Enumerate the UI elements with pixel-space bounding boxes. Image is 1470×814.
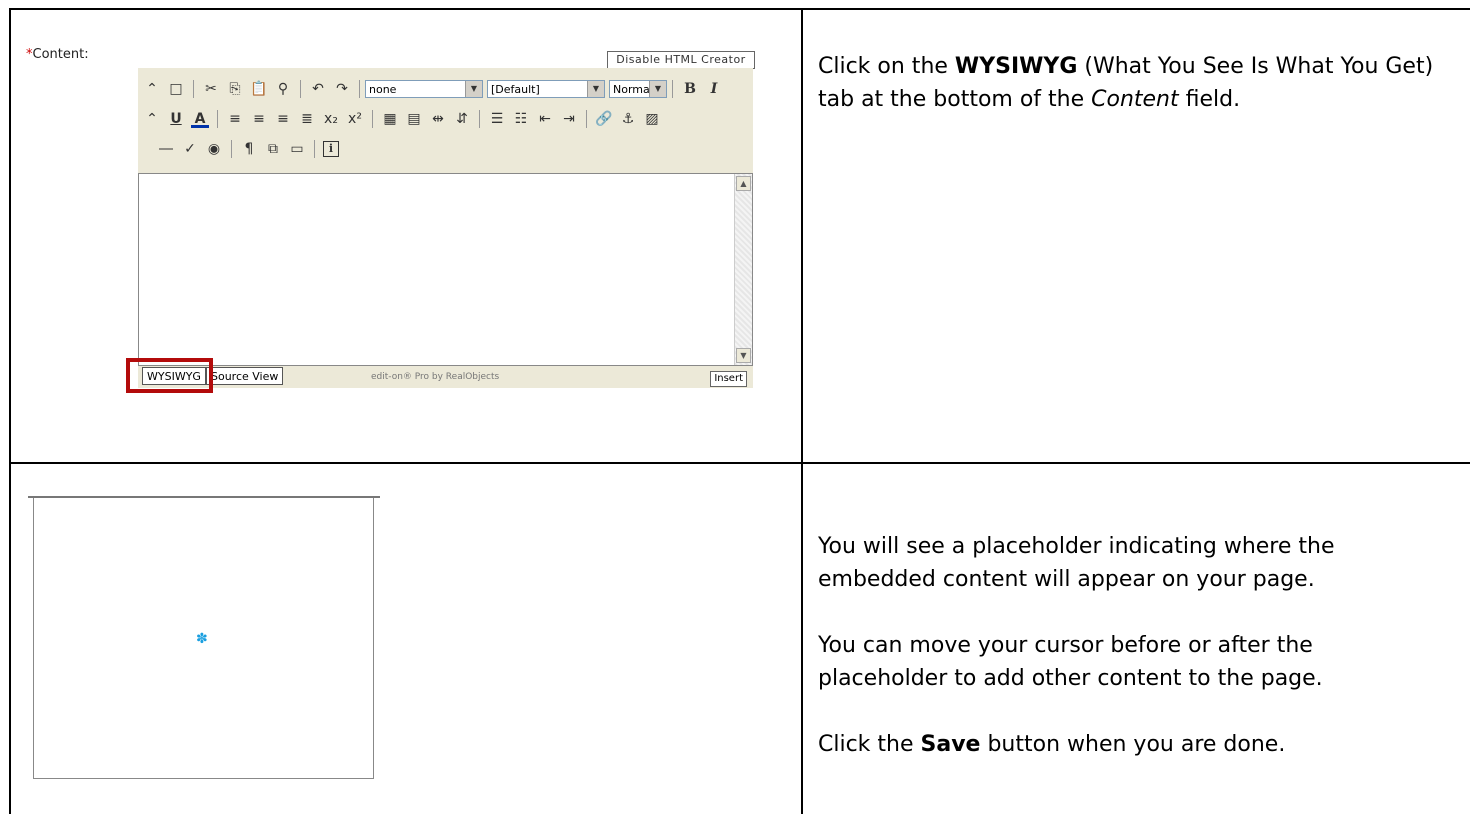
vertical-scrollbar[interactable]: ▲ ▼ (734, 174, 752, 365)
redo-icon[interactable]: ↷ (333, 80, 351, 98)
table-insert-icon[interactable]: ▤ (405, 110, 423, 128)
image-icon[interactable]: ▨ (643, 110, 661, 128)
chevron-down-icon: ▼ (465, 81, 482, 97)
content-label: *Content: (26, 47, 89, 62)
align-left-icon[interactable]: ≡ (226, 110, 244, 128)
instr-2-save: Save (920, 732, 981, 757)
superscript-icon[interactable]: x² (346, 110, 364, 128)
insert-mode-indicator: Insert (710, 371, 747, 387)
toolbar-separator (231, 140, 232, 158)
anchor-icon[interactable]: ⚓ (619, 110, 637, 128)
highlight-box (126, 358, 213, 393)
scroll-down-icon[interactable]: ▼ (736, 348, 751, 363)
instr-1-part-c: field. (1178, 87, 1241, 112)
editor-tab-bar: WYSIWYG Source View edit-on® Pro by Real… (138, 366, 753, 388)
format-select-value: none (369, 83, 397, 96)
format-select[interactable]: none ▼ (365, 80, 483, 98)
undo-icon[interactable]: ↶ (309, 80, 327, 98)
paragraph-mark-icon[interactable]: ¶ (240, 140, 258, 158)
toolbar-separator (586, 110, 587, 128)
paste-icon[interactable]: 📋 (250, 80, 268, 98)
toolbar-row-1: ⌃ □ ✂ ⎘ 📋 ⚲ ↶ ↷ none ▼ [Default] ▼ Normal ▼… (140, 76, 726, 102)
split-icon[interactable]: ⇹ (429, 110, 447, 128)
align-center-icon[interactable]: ≡ (250, 110, 268, 128)
link-icon[interactable]: 🔗 (595, 110, 613, 128)
editor-credit: edit-on® Pro by RealObjects (371, 372, 500, 382)
chevron-down-icon: ▼ (649, 81, 666, 97)
info-icon[interactable]: i (323, 141, 339, 157)
size-select[interactable]: Normal ▼ (609, 80, 667, 98)
new-doc-icon[interactable]: □ (167, 80, 185, 98)
bullet-list-icon[interactable]: ☰ (488, 110, 506, 128)
subscript-icon[interactable]: x₂ (322, 110, 340, 128)
underline-icon[interactable]: U (167, 110, 185, 128)
plugin-placeholder-icon: ✽ (196, 631, 208, 647)
collapse-icon[interactable]: ⌃ (143, 80, 161, 98)
collapse-icon[interactable]: ⌃ (143, 110, 161, 128)
layer-icon[interactable]: ⧉ (264, 140, 282, 158)
cut-icon[interactable]: ✂ (202, 80, 220, 98)
instruction-table: *Content: Disable HTML Creator ⌃ □ ✂ ⎘ 📋… (0, 0, 1470, 814)
table-icon[interactable]: ▦ (381, 110, 399, 128)
tab-source-view[interactable]: Source View (206, 367, 284, 385)
object-icon[interactable]: ◉ (205, 140, 223, 158)
toolbar-row-3: ― ✓ ◉ ¶ ⧉ ▭ i (154, 136, 342, 162)
font-select[interactable]: [Default] ▼ (487, 80, 605, 98)
disable-html-creator-button[interactable]: Disable HTML Creator (607, 51, 755, 69)
instruction-2: You will see a placeholder indicating wh… (818, 530, 1418, 761)
find-icon[interactable]: ⚲ (274, 80, 292, 98)
numbered-list-icon[interactable]: ☷ (512, 110, 530, 128)
table-border-middle (801, 8, 803, 814)
italic-icon[interactable]: I (705, 80, 723, 98)
indent-icon[interactable]: ⇥ (560, 110, 578, 128)
instr-1-part-a: Click on the (818, 54, 955, 79)
toolbar-separator (193, 80, 194, 98)
horizontal-rule-icon[interactable]: ― (157, 140, 175, 158)
editor-content-area[interactable]: ▲ ▼ (138, 173, 753, 366)
instruction-1: Click on the WYSIWYG (What You See Is Wh… (818, 50, 1438, 116)
outdent-icon[interactable]: ⇤ (536, 110, 554, 128)
chevron-down-icon: ▼ (587, 81, 604, 97)
table-border-top (9, 8, 1470, 10)
toolbar-separator (314, 140, 315, 158)
merge-icon[interactable]: ⇵ (453, 110, 471, 128)
table-border-row-divider (9, 462, 1470, 464)
font-color-icon[interactable]: A (191, 110, 209, 128)
instruction-2-p1: You will see a placeholder indicating wh… (818, 534, 1335, 592)
toolbar-separator (217, 110, 218, 128)
instr-1-wysiwyg: WYSIWYG (954, 54, 1078, 79)
bold-icon[interactable]: B (681, 80, 699, 98)
instr-2-p3-pre: Click the (818, 732, 921, 757)
toolbar-separator (300, 80, 301, 98)
instr-1-content: Content (1091, 87, 1179, 112)
size-select-value: Normal (613, 83, 653, 96)
table-border-left (9, 8, 11, 814)
instruction-2-p2: You can move your cursor before or after… (818, 633, 1323, 691)
toolbar-separator (359, 80, 360, 98)
align-right-icon[interactable]: ≡ (274, 110, 292, 128)
editor-toolbar: ⌃ □ ✂ ⎘ 📋 ⚲ ↶ ↷ none ▼ [Default] ▼ Normal ▼… (138, 68, 753, 173)
spellcheck-icon[interactable]: ✓ (181, 140, 199, 158)
scroll-up-icon[interactable]: ▲ (736, 176, 751, 191)
toolbar-row-2: ⌃ U A ≡ ≡ ≡ ≣ x₂ x² ▦ ▤ ⇹ ⇵ ☰ ☷ ⇤ ⇥ 🔗 ⚓ … (140, 106, 664, 132)
toolbar-separator (479, 110, 480, 128)
toolbar-separator (672, 80, 673, 98)
copy-icon[interactable]: ⎘ (226, 80, 244, 98)
content-label-text: Content: (32, 47, 89, 62)
instruction-1-text: Click on the WYSIWYG (What You See Is Wh… (818, 50, 1438, 116)
toolbar-separator (372, 110, 373, 128)
font-select-value: [Default] (491, 83, 540, 96)
instruction-2-p3: Click the Save button when you are done. (818, 728, 1418, 761)
frame-icon[interactable]: ▭ (288, 140, 306, 158)
instr-2-p3-post: button when you are done. (980, 732, 1286, 757)
justify-icon[interactable]: ≣ (298, 110, 316, 128)
